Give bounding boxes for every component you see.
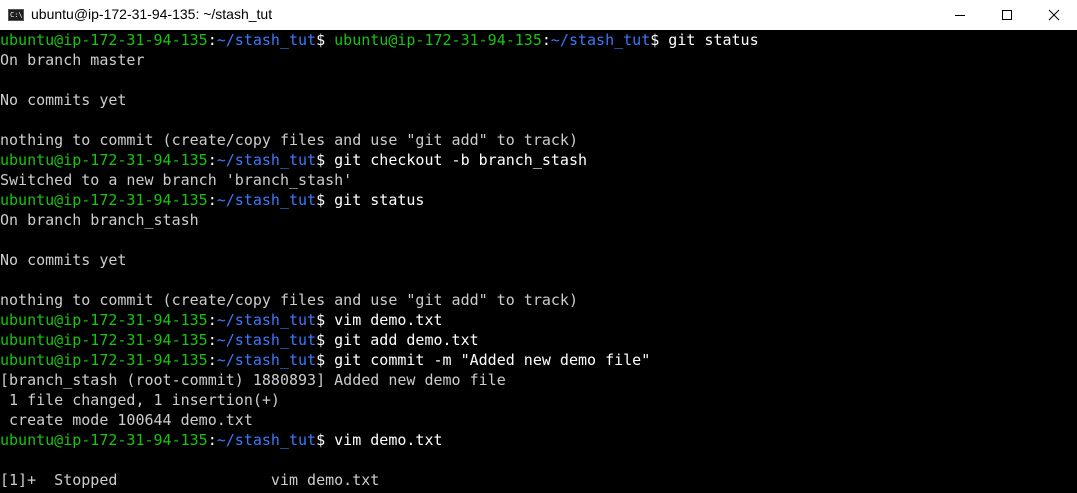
- prompt-path: ~/stash_tut: [216, 431, 317, 449]
- prompt-user-host: ubuntu@ip-172-31-94-135: [0, 331, 208, 349]
- console-icon: C:\: [8, 9, 24, 21]
- terminal-line: ubuntu@ip-172-31-94-135:~/stash_tut$ git…: [0, 150, 587, 170]
- output-line: nothing to commit (create/copy files and…: [0, 131, 578, 149]
- close-button[interactable]: [1030, 0, 1077, 30]
- prompt-user-host: ubuntu@ip-172-31-94-135: [334, 31, 542, 49]
- output-line: 1 file changed, 1 insertion(+): [0, 391, 280, 409]
- prompt-path: ~/stash_tut: [216, 351, 317, 369]
- command-text: git commit -m "Added new demo file": [334, 351, 651, 369]
- prompt-colon: :: [207, 151, 217, 169]
- prompt-colon: :: [207, 351, 217, 369]
- prompt-symbol: $: [316, 431, 335, 449]
- output-line: No commits yet: [0, 91, 127, 109]
- command-text: git status: [334, 191, 425, 209]
- prompt-symbol: $: [316, 331, 335, 349]
- output-line: No commits yet: [0, 251, 127, 269]
- prompt-colon: :: [207, 311, 217, 329]
- output-line: create mode 100644 demo.txt: [0, 411, 253, 429]
- terminal-line: ubuntu@ip-172-31-94-135:~/stash_tut$ git…: [0, 350, 650, 370]
- prompt-user-host: ubuntu@ip-172-31-94-135: [0, 31, 208, 49]
- prompt-user-host: ubuntu@ip-172-31-94-135: [0, 151, 208, 169]
- output-line: [branch_stash (root-commit) 1880893] Add…: [0, 371, 506, 389]
- prompt-path: ~/stash_tut: [216, 311, 317, 329]
- prompt-symbol: $: [316, 351, 335, 369]
- output-line: On branch branch_stash: [0, 211, 199, 229]
- command-text: vim demo.txt: [334, 311, 443, 329]
- output-line: Switched to a new branch 'branch_stash': [0, 171, 353, 189]
- minimize-button[interactable]: [936, 0, 983, 30]
- job-status-line: [1]+ Stopped vim demo.txt: [0, 471, 380, 489]
- prompt-colon: :: [541, 31, 551, 49]
- prompt-path: ~/stash_tut: [216, 331, 317, 349]
- terminal-line: ubuntu@ip-172-31-94-135:~/stash_tut$ git…: [0, 330, 479, 350]
- prompt-colon: :: [207, 31, 217, 49]
- prompt-symbol: $: [316, 31, 335, 49]
- close-icon: [1048, 9, 1059, 21]
- terminal-line: ubuntu@ip-172-31-94-135:~/stash_tut$ git…: [0, 190, 424, 210]
- command-text: git add demo.txt: [334, 331, 479, 349]
- prompt-path: ~/stash_tut: [216, 151, 317, 169]
- command-text: $ git status: [650, 31, 759, 49]
- prompt-path: ~/stash_tut: [216, 191, 317, 209]
- prompt-path: ~/stash_tut: [216, 31, 317, 49]
- terminal-line: ubuntu@ip-172-31-94-135:~/stash_tut$ vim…: [0, 310, 443, 330]
- prompt-symbol: $: [316, 191, 335, 209]
- maximize-button[interactable]: [983, 0, 1030, 30]
- prompt-user-host: ubuntu@ip-172-31-94-135: [0, 191, 208, 209]
- minimize-icon: [954, 15, 965, 16]
- output-line: nothing to commit (create/copy files and…: [0, 291, 578, 309]
- prompt-colon: :: [207, 331, 217, 349]
- terminal-line: ubuntu@ip-172-31-94-135:~/stash_tut$ ubu…: [0, 30, 759, 50]
- window-controls: [936, 0, 1077, 30]
- terminal-window: C:\ ubuntu@ip-172-31-94-135: ~/stash_tut: [0, 0, 1077, 493]
- window-title: ubuntu@ip-172-31-94-135: ~/stash_tut: [31, 6, 273, 22]
- prompt-user-host: ubuntu@ip-172-31-94-135: [0, 351, 208, 369]
- prompt-symbol: $: [316, 151, 335, 169]
- prompt-colon: :: [207, 431, 217, 449]
- prompt-symbol: $: [316, 311, 335, 329]
- prompt-path: ~/stash_tut: [550, 31, 651, 49]
- command-text: vim demo.txt: [334, 431, 443, 449]
- prompt-colon: :: [207, 191, 217, 209]
- maximize-icon: [1001, 10, 1012, 20]
- title-bar[interactable]: C:\ ubuntu@ip-172-31-94-135: ~/stash_tut: [0, 0, 1077, 30]
- terminal-line: ubuntu@ip-172-31-94-135:~/stash_tut$ vim…: [0, 430, 443, 450]
- output-line: On branch master: [0, 51, 145, 69]
- prompt-user-host: ubuntu@ip-172-31-94-135: [0, 431, 208, 449]
- prompt-user-host: ubuntu@ip-172-31-94-135: [0, 311, 208, 329]
- terminal-output[interactable]: ubuntu@ip-172-31-94-135:~/stash_tut$ ubu…: [0, 30, 1077, 493]
- command-text: git checkout -b branch_stash: [334, 151, 588, 169]
